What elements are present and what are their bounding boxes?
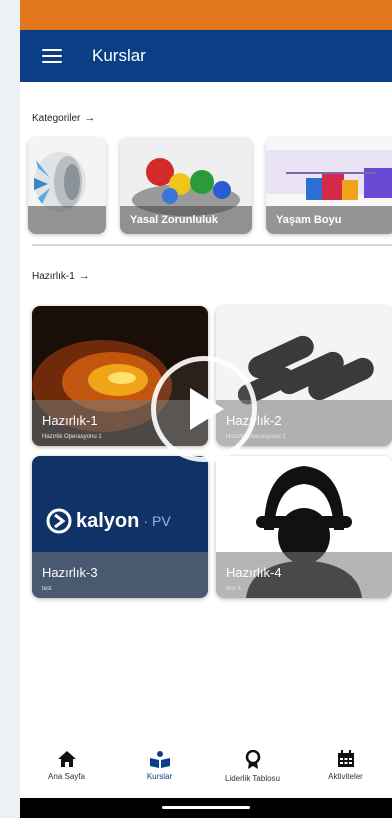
nav-courses[interactable]: Kurslar (115, 740, 205, 781)
course-title: Hazırlık-1 (42, 413, 98, 428)
category-label: Yaşam Boyu (266, 206, 392, 234)
nav-label: Kurslar (146, 772, 173, 781)
bottom-navigation: Ana Sayfa Kurslar Liderlik Tablosu Aktiv… (20, 740, 392, 798)
kalyon-logo: kalyon · PV (46, 508, 171, 534)
course-card-3[interactable]: kalyon · PV Hazırlık-3 test (32, 456, 208, 598)
nav-label: Liderlik Tablosu (225, 774, 280, 783)
course-subtitle: test (42, 586, 52, 592)
play-video-button[interactable] (151, 356, 257, 462)
kalyon-logo-icon (46, 508, 72, 534)
phone-screen: Kurslar Kategoriler → Yasal Zorunluluk Y… (20, 0, 392, 818)
home-gesture-indicator[interactable] (162, 806, 250, 809)
category-card-2[interactable]: Yasal Zorunluluk (120, 138, 252, 234)
categories-section-link[interactable]: Kategoriler → (32, 112, 95, 124)
category-label: Yasal Zorunluluk (120, 206, 252, 234)
status-strip (20, 0, 392, 30)
category-card-1[interactable] (28, 138, 106, 234)
courses-section-link[interactable]: Hazırlık-1 → (32, 270, 90, 282)
nav-label: Aktiviteler (328, 772, 363, 781)
course-card-4[interactable]: Hazırlık-4 test 4 (216, 456, 392, 598)
courses-icon (149, 751, 170, 768)
nav-leaderboard[interactable]: Liderlik Tablosu (208, 740, 298, 783)
page-title: Kurslar (92, 46, 146, 65)
home-icon (57, 751, 76, 767)
course-subtitle: test 4 (226, 586, 241, 592)
category-card-3[interactable]: Yaşam Boyu (266, 138, 392, 234)
categories-heading: Kategoriler (32, 112, 81, 124)
award-icon (245, 750, 260, 769)
section-divider (32, 244, 392, 246)
menu-icon[interactable] (42, 49, 62, 63)
courses-heading: Hazırlık-1 (32, 270, 75, 282)
categories-carousel[interactable]: Yasal Zorunluluk Yaşam Boyu (20, 138, 392, 234)
course-subtitle: Hazırlık Operasyonu 1 (42, 434, 102, 440)
nav-label: Ana Sayfa (48, 772, 85, 781)
nav-activities[interactable]: Aktiviteler (301, 740, 391, 781)
course-title: Hazırlık-3 (42, 565, 98, 580)
system-gesture-bar (20, 798, 392, 818)
play-icon (190, 388, 224, 430)
arrow-right-icon: → (84, 112, 96, 124)
nav-home[interactable]: Ana Sayfa (22, 740, 112, 781)
app-bar: Kurslar (20, 30, 392, 82)
course-title: Hazırlık-4 (226, 565, 282, 580)
calendar-icon (337, 750, 354, 767)
category-label (28, 206, 106, 234)
arrow-right-icon: → (78, 270, 90, 282)
